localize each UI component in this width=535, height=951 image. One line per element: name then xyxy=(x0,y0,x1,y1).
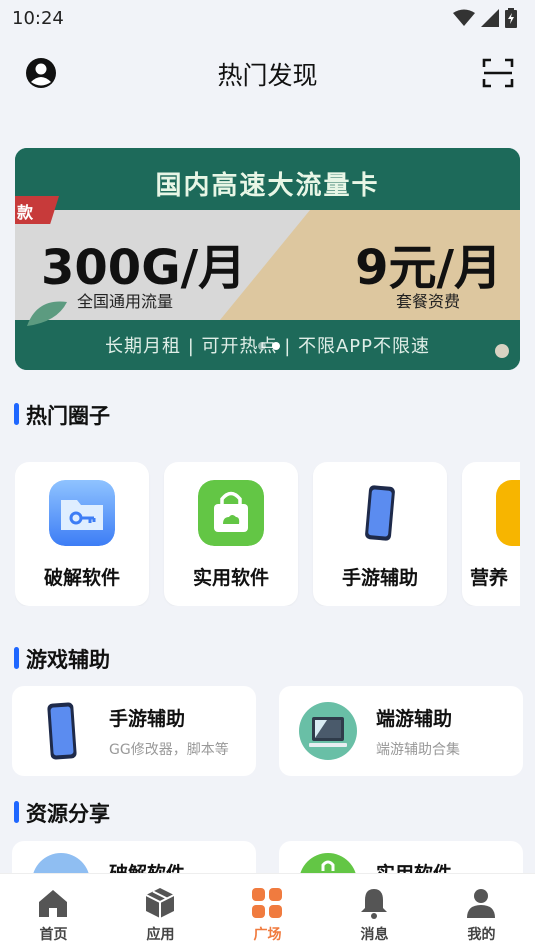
tile-subtitle: GG修改器，脚本等 xyxy=(109,742,229,758)
grid-icon xyxy=(252,888,282,918)
tab-mine[interactable]: 我的 xyxy=(428,874,535,951)
section-title-hot-circles: 热门圈子 xyxy=(14,400,110,430)
banner-dot[interactable] xyxy=(258,342,266,350)
promo-banner[interactable]: 国内高速大流量卡 款 300G/月 全国通用流量 9元/月 套餐资费 长期月租 … xyxy=(15,148,520,370)
bell-icon xyxy=(361,889,387,919)
tab-square[interactable]: 广场 xyxy=(214,874,321,951)
scan-icon[interactable] xyxy=(481,56,515,90)
phone-icon xyxy=(365,485,395,541)
banner-left-sub: 全国通用流量 xyxy=(77,292,174,311)
leaf-decoration xyxy=(27,301,67,326)
tile-mobile-game-assist[interactable]: 手游辅助 GG修改器，脚本等 xyxy=(12,686,256,776)
status-bar: 10:24 xyxy=(0,0,535,36)
monitor-icon xyxy=(299,702,357,760)
tab-apps[interactable]: 应用 xyxy=(107,874,214,951)
circle-card-useful-software[interactable]: 实用软件 xyxy=(164,462,298,606)
tile-pc-game-assist[interactable]: 端游辅助 端游辅助合集 xyxy=(279,686,523,776)
circle-label: 破解软件 xyxy=(43,567,120,589)
circle-card-crack-software[interactable]: 破解软件 xyxy=(15,462,149,606)
home-icon xyxy=(39,890,67,917)
top-bar: 热门发现 xyxy=(0,44,535,102)
tab-label: 应用 xyxy=(146,927,175,943)
circle-label: 实用软件 xyxy=(192,567,269,589)
yellow-app-icon xyxy=(496,480,520,546)
shopping-bag-icon xyxy=(198,480,264,546)
tab-messages[interactable]: 消息 xyxy=(321,874,428,951)
tab-label: 广场 xyxy=(253,927,282,943)
battery-icon xyxy=(505,8,517,28)
box-icon xyxy=(145,888,175,918)
tile-title: 手游辅助 xyxy=(109,708,186,730)
tile-subtitle: 端游辅助合集 xyxy=(376,742,460,758)
tab-label: 我的 xyxy=(467,927,496,943)
banner-headline: 国内高速大流量卡 xyxy=(155,171,380,201)
status-icons xyxy=(453,8,517,28)
section-title-resource-share: 资源分享 xyxy=(14,798,110,828)
circle-card-mobile-assist[interactable]: 手游辅助 xyxy=(313,462,447,606)
circle-card-nutrition[interactable]: 营养 xyxy=(462,462,520,606)
circle-label: 营养 xyxy=(470,567,509,589)
hot-circles-row[interactable]: 破解软件 实用软件 手游辅助 营养 xyxy=(15,462,520,606)
pearl-decoration xyxy=(495,344,509,358)
wifi-icon xyxy=(453,9,475,26)
page-title: 热门发现 xyxy=(217,61,318,90)
bottom-tab-bar: 首页 应用 广场 消息 我的 xyxy=(0,873,535,951)
banner-slogan: 长期月租 | 可开热点 | 不限APP不限速 xyxy=(104,336,431,357)
folder-key-icon xyxy=(49,480,115,546)
status-time: 10:24 xyxy=(12,8,64,29)
banner-right-sub: 套餐资费 xyxy=(395,292,460,311)
tile-title: 端游辅助 xyxy=(376,708,453,730)
phone-icon xyxy=(47,702,77,760)
tab-home[interactable]: 首页 xyxy=(0,874,107,951)
banner-dot-active[interactable] xyxy=(272,342,280,350)
signal-icon xyxy=(481,9,499,27)
tab-label: 消息 xyxy=(360,927,389,943)
tab-label: 首页 xyxy=(39,927,68,943)
circle-label: 手游辅助 xyxy=(341,567,418,589)
user-icon xyxy=(467,889,495,918)
section-title-game-assist: 游戏辅助 xyxy=(14,644,110,674)
